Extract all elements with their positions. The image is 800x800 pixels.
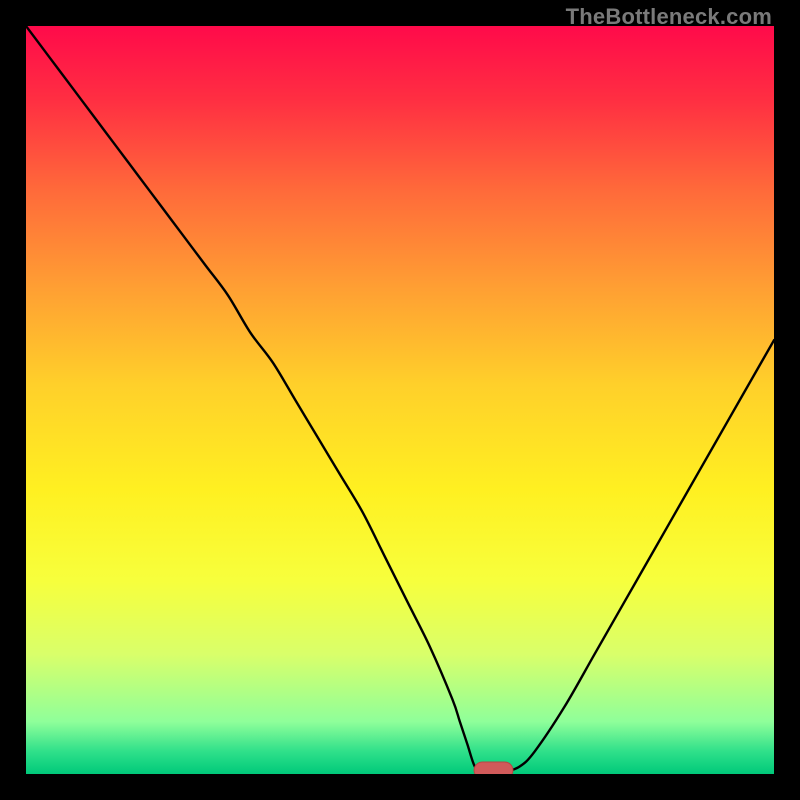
plot-area bbox=[26, 26, 774, 774]
chart-frame: TheBottleneck.com bbox=[0, 0, 800, 800]
optimum-marker bbox=[474, 762, 513, 774]
bottleneck-chart bbox=[26, 26, 774, 774]
gradient-background bbox=[26, 26, 774, 774]
